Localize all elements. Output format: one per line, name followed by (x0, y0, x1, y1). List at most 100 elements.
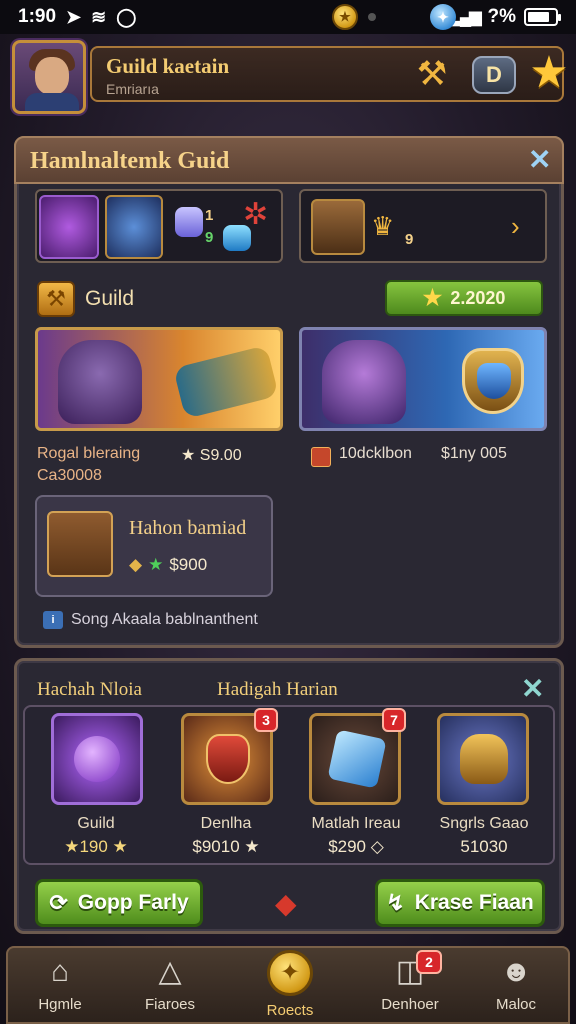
hero-offer-card-b[interactable] (299, 327, 547, 431)
hero-slots-box: 1 9 ✲ (35, 189, 283, 263)
left-action-button[interactable]: ⟳ Gopp Farly (35, 879, 203, 927)
nav-heroes[interactable]: △ Fiaroes (122, 954, 218, 1020)
panel-title: Hamlnaltemk Guid (30, 148, 230, 174)
close-icon[interactable]: ✕ (528, 146, 551, 174)
player-header: Guild kaetain Emriarıa ⚒ D ★ (10, 40, 569, 114)
panel-title-bar: Hamlnaltemk Guid ✕ (14, 136, 564, 184)
nav-profile[interactable]: ☻ Maloc (468, 954, 564, 1020)
golden-cannon-art (173, 345, 279, 419)
reward-count: 9 (405, 231, 414, 248)
magnet-icon: ✲ (243, 198, 269, 231)
guild-price-button[interactable]: ★ 2.2020 (385, 280, 543, 316)
gem-icon: ✦ (430, 4, 456, 30)
close-icon[interactable]: ✕ (521, 675, 544, 703)
right-action-label: Krase Fiaan (414, 891, 534, 914)
trophy-icon: ♛ (371, 211, 395, 241)
home-icon: ⌂ (50, 955, 70, 988)
user-icon: ☻ (500, 955, 532, 988)
gift-price: 51030 (460, 837, 508, 856)
star-icon: ★ (422, 285, 443, 310)
gift-price: $290 ◇ (328, 837, 384, 856)
ice-cube-icon (327, 729, 387, 789)
footer-note-text: Song Akaala bablnanthent (71, 611, 258, 628)
nav-label: Hgmle (38, 996, 82, 1013)
shield-icon (462, 348, 524, 414)
header-bar: Guild kaetain Emriarıa ⚒ D ★ (90, 46, 569, 102)
card-a-title-line1: Rogal bleraing (37, 445, 141, 462)
header-title: Guild kaetain (106, 54, 230, 78)
gift-heading-left: Hachah Nloia (37, 679, 142, 700)
chest-title: Hahon bamiad (129, 517, 247, 539)
d-button[interactable]: D (472, 56, 516, 94)
armored-hero-art (58, 340, 142, 424)
chest-price-row: ◆ ★ $900 (129, 555, 207, 575)
purple-orb-icon (74, 736, 120, 782)
gift-name: Denlha (200, 815, 252, 832)
gift-price: ★190 ★ (64, 837, 128, 856)
card-b-price: $1ny 005 (441, 445, 507, 462)
guild-panel: Hamlnaltemk Guid ✕ 1 9 ✲ ♛ 9 › ⚒ Guild ★… (14, 136, 564, 648)
nav-events[interactable]: ✦ Roects (242, 950, 338, 1020)
wifi-icon: ≋ (91, 6, 107, 27)
gift-name: Sngrls Gaao (439, 815, 529, 832)
hammer-icon[interactable]: ⚒ (412, 54, 452, 94)
card-a-price: ★ S9.00 (181, 447, 242, 464)
gift-badge: 3 (254, 708, 278, 732)
gift-badge: 7 (382, 708, 406, 732)
alarm-icon: ◯ (116, 6, 137, 27)
battery-icon (524, 8, 561, 26)
nav-label: Roects (266, 1002, 314, 1019)
hat-icon: △ (158, 955, 182, 988)
reward-slots-box: ♛ 9 › (299, 189, 547, 263)
chevron-right-icon[interactable]: › (511, 211, 520, 242)
card-a-title-line2: Ca30008 (37, 467, 102, 484)
refresh-icon: ⟳ (49, 890, 68, 915)
right-action-button[interactable]: ↯ Krase Fiaan (375, 879, 545, 927)
gift-price: $9010 ★ (192, 837, 260, 856)
diamond-icon: ◆ (129, 555, 143, 574)
gift-tile-guild[interactable] (51, 713, 143, 805)
nav-store[interactable]: ◫ 2 Denhoer (362, 950, 458, 1020)
battery-percent: ?% (487, 6, 517, 27)
nav-label: Fiaroes (144, 996, 196, 1013)
lightning-icon: ↯ (386, 890, 405, 915)
guild-label: Guild (85, 287, 135, 310)
info-icon: i (43, 611, 63, 629)
gift-tile-sngrls[interactable] (437, 713, 529, 805)
red-diamond-icon: ◆ (275, 888, 297, 919)
bottom-nav: ⌂ Hgmle △ Fiaroes ✦ Roects ◫ 2 Denhoer ☻… (6, 946, 570, 1024)
status-bar: 1:90 ➤ ≋ ◯ ★ ✦ ▂▄▆ ?% (0, 0, 576, 34)
nav-label: Denhoer (381, 996, 439, 1013)
slot-count-b: 9 (205, 229, 214, 246)
clock-time: 1:90 (18, 6, 57, 27)
gift-tile-matlah[interactable]: 7 (309, 708, 406, 805)
nav-badge: 2 (416, 950, 442, 974)
avatar[interactable] (12, 40, 86, 114)
star-icon[interactable]: ★ (526, 50, 572, 96)
card-b-badge-icon (311, 447, 331, 467)
gift-heading-center: Hadigah Harian (217, 679, 338, 700)
chest-icon (47, 511, 113, 577)
hero-portrait-blue[interactable] (105, 195, 163, 259)
header-subtitle: Emriarıa (106, 81, 159, 97)
daily-gift-panel: Hachah Nloia Hadigah Harian ✕ 3 7 Guild … (14, 658, 564, 934)
hero-portrait-purple[interactable] (39, 195, 99, 259)
cube-gem-icon (175, 207, 203, 237)
coin-icon: ★ (332, 4, 358, 30)
red-crest-icon (206, 734, 250, 784)
golden-helmet-icon (460, 734, 508, 784)
gift-tile-denlha[interactable]: 3 (181, 708, 278, 805)
nav-home[interactable]: ⌂ Hgmle (12, 954, 108, 1020)
demon-hero-art (322, 340, 406, 424)
card-b-title: 10dcklbon (339, 445, 412, 462)
guild-price-value: 2.2020 (450, 287, 506, 308)
nav-label: Maloc (495, 996, 536, 1013)
chest-price: $900 (169, 555, 208, 574)
chest-offer-card[interactable]: Hahon bamiad ◆ ★ $900 (35, 495, 273, 597)
treasure-chest-icon[interactable] (311, 199, 365, 255)
hero-offer-card-a[interactable] (35, 327, 283, 431)
events-coin-icon: ✦ (267, 950, 313, 996)
gift-name: Matlah Ireau (311, 815, 401, 832)
location-icon: ➤ (66, 6, 82, 27)
gift-name: Guild (77, 815, 115, 832)
